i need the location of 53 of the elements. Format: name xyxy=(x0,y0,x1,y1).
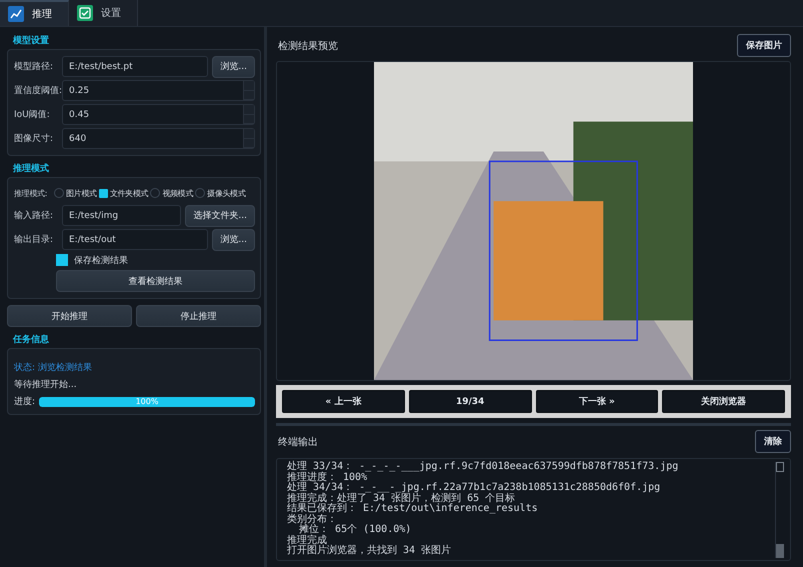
field-label: 输入路径: xyxy=(14,210,54,222)
scrollbar[interactable] xyxy=(775,462,784,558)
section-title: 终端输出 xyxy=(278,436,318,448)
progress-text: 100% xyxy=(134,396,160,406)
field-label: 推理模式: xyxy=(14,188,48,198)
browse-button[interactable]: 浏览... xyxy=(212,56,255,78)
radio-option[interactable]: 视频模式 xyxy=(150,188,194,198)
input-field[interactable]: E:/test/out xyxy=(62,229,208,250)
browse-button[interactable]: 选择文件夹... xyxy=(185,204,255,226)
view-results-button[interactable]: 查看检测结果 xyxy=(56,270,255,292)
nav-button[interactable]: 下一张 » xyxy=(536,390,658,413)
field-label: 输出目录: xyxy=(14,234,54,246)
line-chart-icon xyxy=(8,6,24,22)
save-image-button[interactable]: 保存图片 xyxy=(737,34,791,57)
log-line: 摊位： 65个 (100.0%) xyxy=(298,525,412,535)
log-line: 打开图片浏览器，共找到 34 张图片 xyxy=(287,546,452,556)
input-field[interactable]: E:/test/best.pt xyxy=(62,56,208,77)
nav-button[interactable]: « 上一张 xyxy=(282,390,405,413)
group-title: 模型设置 xyxy=(12,34,50,47)
group-title: 任务信息 xyxy=(12,334,50,346)
section-title: 检测结果预览 xyxy=(278,40,338,52)
status-message: 等待推理开始... xyxy=(14,378,78,391)
radio-option[interactable]: 图片模式 xyxy=(54,188,97,198)
input-field[interactable]: E:/test/img xyxy=(62,205,182,226)
progress-label: 进度: xyxy=(14,396,36,408)
checkbox[interactable] xyxy=(56,254,68,266)
action-button[interactable]: 开始推理 xyxy=(7,305,132,327)
radio-option[interactable]: 摄像头模式 xyxy=(195,188,246,198)
log-line: 推理完成 xyxy=(287,536,327,546)
spin-field[interactable]: 640 xyxy=(62,128,255,149)
browse-button[interactable]: 浏览... xyxy=(212,228,255,250)
nav-button[interactable]: 19/34 xyxy=(408,390,532,413)
field-label: 模型路径: xyxy=(14,60,54,73)
tab[interactable]: 推理 xyxy=(0,0,69,26)
clear-button[interactable]: 清除 xyxy=(755,430,791,453)
radio-option[interactable]: 文件夹模式 xyxy=(98,188,148,198)
log-line: 类别分布： xyxy=(287,514,338,524)
log-line: 处理 34/34： -_-__-_jpg.rf.22a77b1c7a238b1085131c28850d6f0f.jpg xyxy=(287,483,662,493)
field-label: 图像尺寸: xyxy=(14,132,54,145)
spin-field[interactable]: 0.25 xyxy=(62,80,255,101)
action-button[interactable]: 停止推理 xyxy=(136,305,261,327)
tab[interactable]: 设置 xyxy=(69,0,138,26)
field-label: IoU阈值: xyxy=(14,108,51,121)
nav-button[interactable]: 关闭浏览器 xyxy=(662,390,785,413)
log-line: 结果已保存到： E:/test/out\inference_results xyxy=(287,504,539,514)
log-line: 推理进度： 100% xyxy=(287,472,368,482)
log-line: 处理 33/34： -_-_-_-___jpg.rf.9c7fd018eeac637599dfb878f7851f73.jpg xyxy=(287,462,680,472)
group-title: 推理模式 xyxy=(12,162,50,175)
status-text: 状态: 浏览检测结果 xyxy=(14,362,93,374)
checkbox-icon xyxy=(77,5,93,21)
checkbox-label: 保存检测结果 xyxy=(74,254,128,266)
spin-field[interactable]: 0.45 xyxy=(62,104,255,125)
log-line: 推理完成：处理了 34 张图片，检测到 65 个目标 xyxy=(287,494,516,504)
